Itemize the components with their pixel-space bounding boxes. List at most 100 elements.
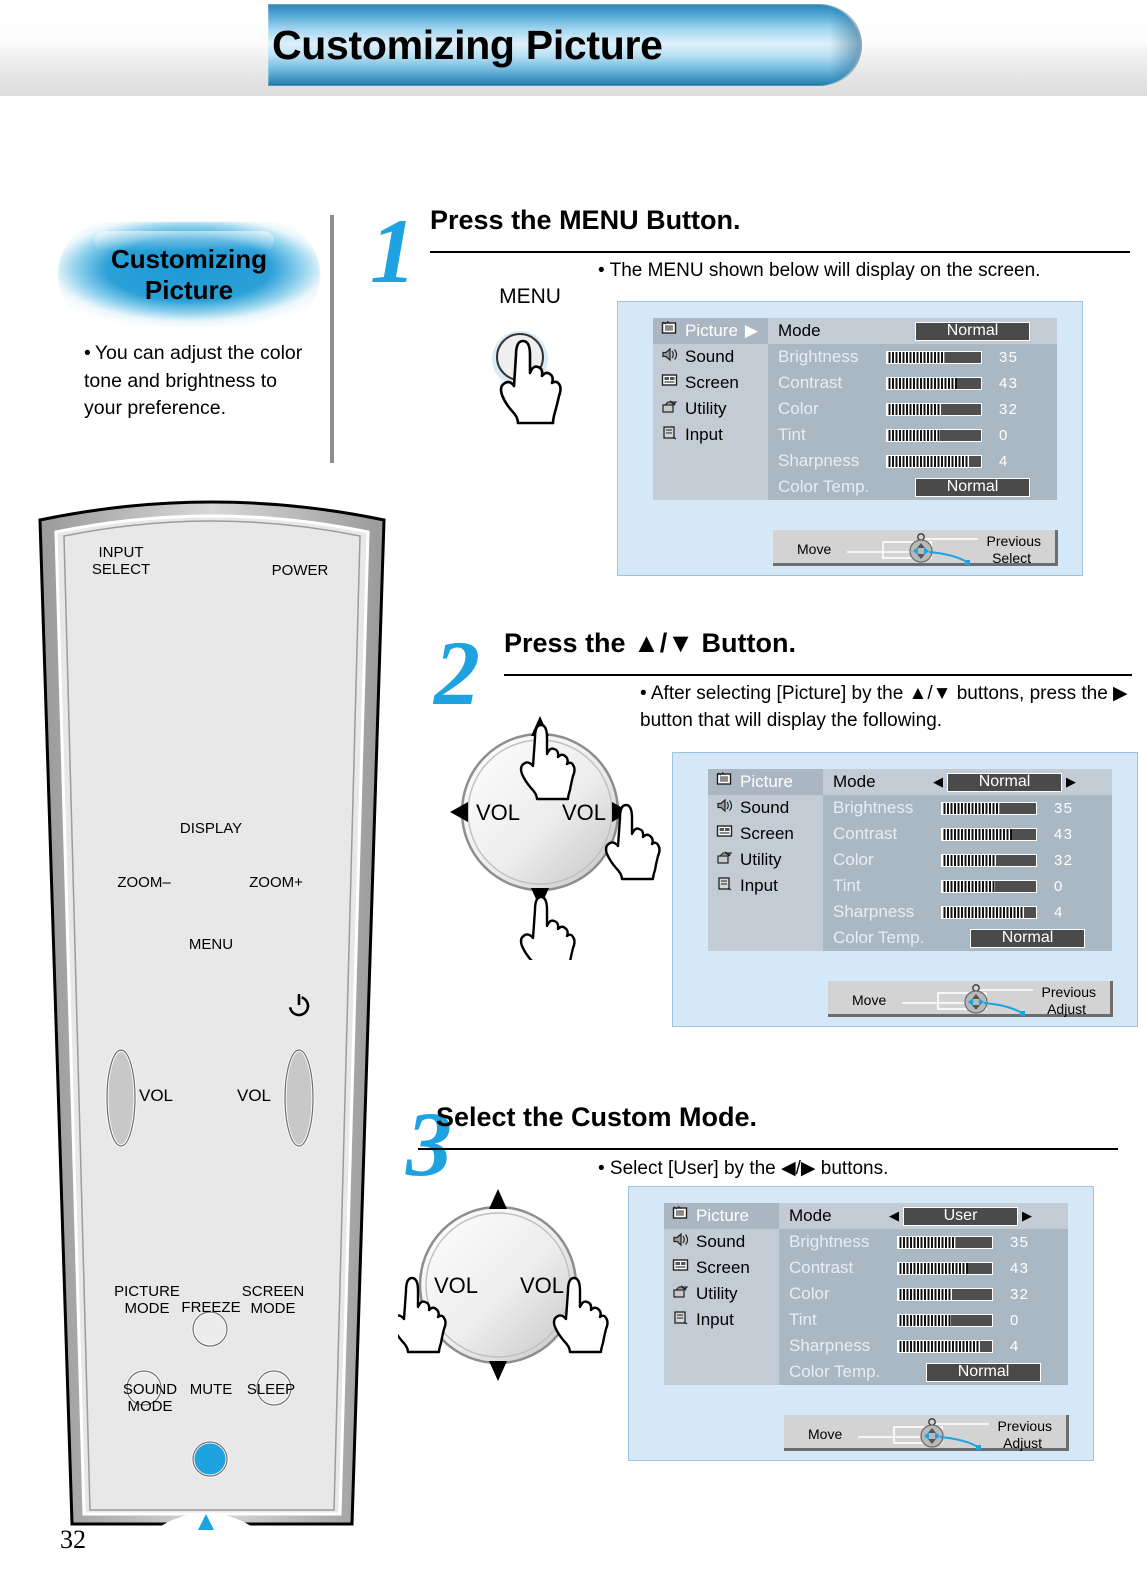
osd-3-color-label: Color [789,1284,830,1303]
osd-2-item-input-label: Input [740,876,778,895]
osd-3-row-tint[interactable]: Tint 0 [779,1307,1068,1333]
osd-1-sharpness-bar[interactable] [886,454,982,468]
osd-2-row-brightness[interactable]: Brightness 35 [823,795,1112,821]
osd-3-mode-right-arrow[interactable]: ▶ [1022,1208,1032,1224]
osd-3-sharpness-bar[interactable] [897,1339,993,1353]
osd-1-row-sharpness[interactable]: Sharpness 4 [768,448,1057,474]
osd-2-guide-diagram [902,984,1033,1016]
osd-2-item-picture[interactable]: Picture [708,769,823,795]
menu-press-hand-svg [492,331,562,425]
osd-3-mode-left-arrow[interactable]: ◀ [889,1208,899,1224]
osd-2-sharpness-bar[interactable] [941,905,1037,919]
osd-3-item-sound-label: Sound [696,1232,746,1251]
sidebar-badge-line2: Picture [144,274,234,305]
osd-2-mode-label: Mode [833,772,876,791]
osd-1-colortemp-value: Normal [915,477,1030,497]
osd-3-item-picture-label: Picture [696,1206,749,1225]
utility-icon [716,850,733,870]
step-2-vol-right: VOL [562,800,606,825]
osd-2-item-input[interactable]: Input [708,873,823,899]
menu-label: MENU [188,936,234,953]
osd-2-item-utility-label: Utility [740,850,782,869]
osd-3-item-input[interactable]: Input [664,1307,779,1333]
sidebar-note-bullet: • [84,342,91,364]
osd-2-color-bar[interactable] [941,853,1037,867]
osd-1-row-tint[interactable]: Tint 0 [768,422,1057,448]
osd-2-row-colortemp[interactable]: Color Temp. Normal [823,925,1112,951]
osd-3-brightness-bar[interactable] [897,1235,993,1249]
osd-1-item-sound[interactable]: Sound [653,344,768,370]
osd-1-tint-bar[interactable] [886,428,982,442]
osd-2-row-mode[interactable]: Mode ◀ Normal ▶ [823,769,1112,795]
osd-3-item-utility[interactable]: Utility [664,1281,779,1307]
osd-3-menu: Picture Sound Screen Utility Input Mode … [664,1203,1068,1385]
osd-3-guide-bar: Move Previous Adjust [784,1415,1069,1451]
osd-3-item-screen-label: Screen [696,1258,750,1277]
osd-3-contrast-bar[interactable] [897,1261,993,1275]
osd-2-contrast-bar[interactable] [941,827,1037,841]
osd-1-brightness-bar[interactable] [886,350,982,364]
osd-3-row-colortemp[interactable]: Color Temp. Normal [779,1359,1068,1385]
osd-1-item-input[interactable]: Input [653,422,768,448]
osd-2-row-color[interactable]: Color 32 [823,847,1112,873]
sidebar-note: • You can adjust the color tone and brigh… [84,340,309,423]
osd-3-content: Mode ◀ User ▶ Brightness 35 Contrast 43 … [779,1203,1068,1385]
wheel-vol-left-label: VOL [138,1086,174,1105]
osd-2-row-tint[interactable]: Tint 0 [823,873,1112,899]
osd-2-row-contrast[interactable]: Contrast 43 [823,821,1112,847]
osd-1-row-color[interactable]: Color 32 [768,396,1057,422]
step-2-title: Press the ▲/▼ Button. [504,628,796,658]
osd-3-row-brightness[interactable]: Brightness 35 [779,1229,1068,1255]
osd-1-sharpness-label: Sharpness [778,451,860,470]
osd-2-mode-right-arrow[interactable]: ▶ [1066,774,1076,790]
osd-3-color-bar[interactable] [897,1287,993,1301]
step-2-left-arrow [450,802,468,822]
osd-1-item-screen[interactable]: Screen [653,370,768,396]
osd-2-item-utility[interactable]: Utility [708,847,823,873]
osd-1-row-brightness[interactable]: Brightness 35 [768,344,1057,370]
osd-1-contrast-bar[interactable] [886,376,982,390]
step-2-vol-left: VOL [476,800,520,825]
osd-3-item-utility-label: Utility [696,1284,738,1303]
step-3-up-arrow [489,1189,507,1209]
osd-2-sharpness-value: 4 [1054,903,1064,921]
remote-body-svg [38,500,386,1530]
step-3-vol-left: VOL [434,1273,478,1298]
osd-3-row-sharpness[interactable]: Sharpness 4 [779,1333,1068,1359]
utility-icon [672,1284,689,1304]
osd-3-item-screen[interactable]: Screen [664,1255,779,1281]
step-3-wheel-svg: VOL VOL [390,1189,609,1381]
osd-2-menu: Picture Sound Screen Utility Input Mode … [708,769,1112,951]
osd-3-brightness-value: 35 [1010,1233,1030,1251]
input-icon [672,1310,689,1330]
picture-icon [672,1206,689,1226]
osd-1-item-picture[interactable]: Picture ▶ [653,318,768,344]
step-3-rule [418,1148,1118,1150]
osd-3-row-contrast[interactable]: Contrast 43 [779,1255,1068,1281]
osd-2-mode-left-arrow[interactable]: ◀ [933,774,943,790]
osd-2-item-sound[interactable]: Sound [708,795,823,821]
osd-3-item-sound[interactable]: Sound [664,1229,779,1255]
osd-3-item-picture[interactable]: Picture [664,1203,779,1229]
zoom-plus-label: ZOOM+ [249,874,303,891]
osd-3-row-mode[interactable]: Mode ◀ User ▶ [779,1203,1068,1229]
osd-1-row-contrast[interactable]: Contrast 43 [768,370,1057,396]
osd-2-item-sound-label: Sound [740,798,790,817]
osd-1-row-mode[interactable]: Mode Normal [768,318,1057,344]
osd-1-row-colortemp[interactable]: Color Temp. Normal [768,474,1057,500]
osd-1-color-bar[interactable] [886,402,982,416]
osd-1-item-utility[interactable]: Utility [653,396,768,422]
osd-1-content: Mode Normal Brightness 35 Contrast 43 Co… [768,318,1057,500]
osd-3-row-color[interactable]: Color 32 [779,1281,1068,1307]
osd-2-row-sharpness[interactable]: Sharpness 4 [823,899,1112,925]
step-3-wheel-illustration: VOL VOL [390,1165,628,1405]
osd-1-item-screen-label: Screen [685,373,739,392]
osd-2-item-screen[interactable]: Screen [708,821,823,847]
osd-2-contrast-value: 43 [1054,825,1074,843]
osd-3-tint-bar[interactable] [897,1313,993,1327]
step-3-down-arrow [489,1361,507,1381]
osd-2-tint-bar[interactable] [941,879,1037,893]
screen-icon [672,1258,689,1278]
screen-mode-label: SCREEN MODE [241,1283,305,1317]
osd-2-brightness-bar[interactable] [941,801,1037,815]
